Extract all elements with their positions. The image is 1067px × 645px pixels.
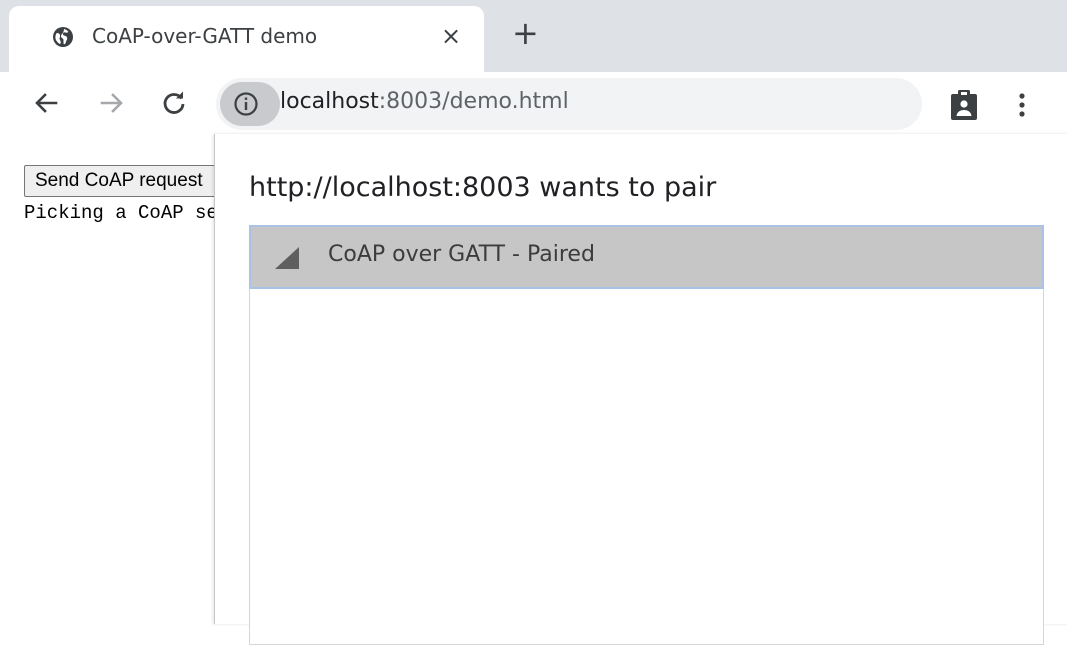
bluetooth-chooser-dialog: http://localhost:8003 wants to pair CoAP… <box>214 134 1067 645</box>
reload-button[interactable] <box>158 87 190 119</box>
tab-close-button[interactable]: × <box>441 21 461 51</box>
url-path: :8003/demo.html <box>378 89 569 114</box>
device-list: CoAP over GATT - Paired <box>249 225 1044 645</box>
clipboard-icon[interactable] <box>948 88 980 122</box>
signal-strength-icon <box>275 247 299 269</box>
arrow-left-icon <box>35 93 58 113</box>
chooser-title: http://localhost:8003 wants to pair <box>249 172 717 203</box>
new-tab-button[interactable]: + <box>512 17 539 49</box>
address-bar[interactable]: localhost:8003/demo.html <box>216 78 922 130</box>
tab-title: CoAP-over-GATT demo <box>92 24 318 48</box>
reload-icon <box>163 91 185 114</box>
url-text: localhost:8003/demo.html <box>280 89 569 114</box>
device-name: CoAP over GATT - Paired <box>328 242 595 267</box>
device-item[interactable]: CoAP over GATT - Paired <box>249 225 1044 289</box>
info-icon <box>234 92 258 116</box>
tab-active[interactable]: CoAP-over-GATT demo × <box>9 6 484 72</box>
back-button[interactable] <box>30 87 62 119</box>
url-host: localhost <box>280 89 379 114</box>
browser-toolbar: localhost:8003/demo.html <box>0 72 1067 134</box>
globe-icon <box>53 27 73 47</box>
site-info-button[interactable] <box>220 82 280 126</box>
tab-strip: CoAP-over-GATT demo × + <box>0 0 1067 72</box>
more-vert-icon[interactable] <box>1015 92 1029 118</box>
forward-button[interactable] <box>96 87 128 119</box>
arrow-right-icon <box>100 93 123 113</box>
